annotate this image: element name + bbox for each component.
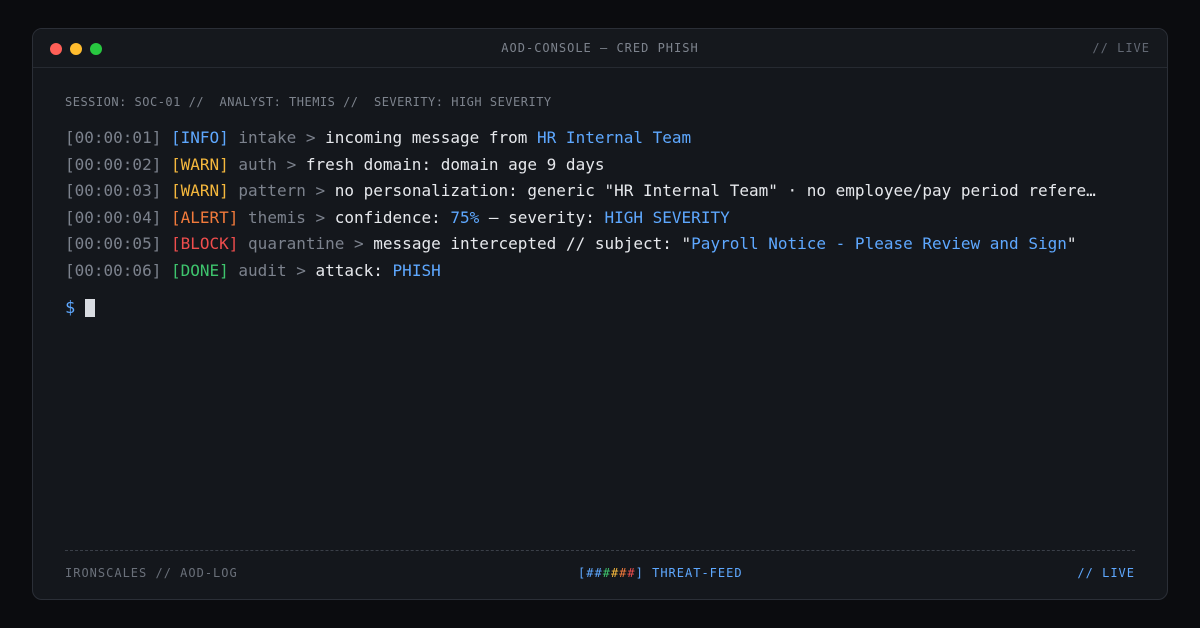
prompt-symbol: $	[65, 298, 76, 318]
terminal-window: AOD-CONSOLE — CRED PHISH // LIVE SESSION…	[32, 28, 1168, 600]
log-output: [00:00:01] [INFO] intake > incoming mess…	[65, 125, 1137, 284]
log-level-tag: [DONE]	[170, 260, 229, 280]
command-prompt[interactable]: $	[65, 298, 96, 318]
log-timestamp: [00:00:05]	[65, 234, 162, 253]
log-line: [00:00:05] [BLOCK] quarantine > message …	[65, 231, 1137, 258]
log-message: incoming message from	[325, 128, 538, 147]
log-source: pattern	[238, 181, 306, 200]
log-source: auth	[238, 154, 277, 174]
log-level-tag: [WARN]	[170, 154, 229, 174]
log-timestamp: [00:00:04]	[65, 207, 162, 227]
log-source: audit	[238, 260, 287, 280]
log-message: — severity:	[479, 207, 605, 227]
feed-bracket-close: ]	[635, 566, 644, 580]
log-highlight: 75%	[450, 207, 480, 227]
log-highlight: Payroll Notice - Please Review and Sign	[691, 234, 1067, 253]
footer-brand: IRONSCALES // AOD-LOG	[65, 566, 238, 580]
log-message: attack:	[315, 260, 393, 280]
threat-feed: [######] THREAT-FEED	[578, 566, 743, 580]
feed-bar: #	[594, 566, 603, 580]
window-title: AOD-CONSOLE — CRED PHISH	[501, 41, 699, 55]
log-source: quarantine	[248, 234, 345, 253]
log-message: confidence:	[334, 207, 451, 227]
live-indicator: // LIVE	[1092, 41, 1150, 55]
log-line: [00:00:03] [WARN] pattern > no personali…	[65, 178, 1137, 205]
log-message: fresh domain: domain age 9 days	[305, 154, 605, 174]
feed-bar: #	[627, 566, 636, 580]
log-source: intake	[238, 128, 297, 147]
log-separator: >	[305, 181, 335, 200]
feed-bars: ######	[586, 566, 635, 580]
log-line: [00:00:04] [ALERT] themis > confidence: …	[65, 205, 1137, 232]
feed-bracket-open: [	[578, 566, 587, 580]
log-highlight: HIGH SEVERITY	[604, 207, 730, 227]
log-line: [00:00:02] [WARN] auth > fresh domain: d…	[65, 152, 1137, 179]
log-timestamp: [00:00:02]	[65, 154, 162, 174]
log-message: "	[1066, 234, 1077, 253]
footer-live-indicator: // LIVE	[1077, 566, 1135, 580]
log-line: [00:00:01] [INFO] intake > incoming mess…	[65, 125, 1137, 152]
log-line: [00:00:06] [DONE] audit > attack: PHISH	[65, 258, 1137, 285]
footer-divider	[65, 550, 1135, 551]
text-cursor	[85, 299, 96, 317]
feed-label: THREAT-FEED	[643, 566, 743, 580]
log-level-tag: [ALERT]	[170, 207, 239, 227]
log-timestamp: [00:00:03]	[65, 181, 162, 200]
title-bar: AOD-CONSOLE — CRED PHISH // LIVE	[33, 29, 1167, 68]
log-timestamp: [00:00:06]	[65, 260, 162, 280]
log-separator: >	[276, 154, 306, 174]
log-message: message intercepted // subject: "	[373, 234, 692, 253]
log-separator: >	[286, 260, 316, 280]
log-separator: >	[296, 128, 326, 147]
log-separator: >	[305, 207, 335, 227]
log-separator: >	[344, 234, 374, 253]
feed-bar: #	[602, 566, 611, 580]
log-timestamp: [00:00:01]	[65, 128, 162, 147]
session-info: SESSION: SOC-01 // ANALYST: THEMIS // SE…	[65, 95, 552, 109]
log-highlight: PHISH	[392, 260, 441, 280]
feed-bar: #	[610, 566, 620, 580]
log-level-tag: [WARN]	[170, 181, 229, 200]
log-message: no personalization: generic "HR Internal…	[334, 181, 1096, 200]
log-source: themis	[248, 207, 306, 227]
log-highlight: HR Internal Team	[537, 128, 692, 147]
log-level-tag: [BLOCK]	[170, 234, 239, 253]
log-level-tag: [INFO]	[170, 128, 229, 147]
